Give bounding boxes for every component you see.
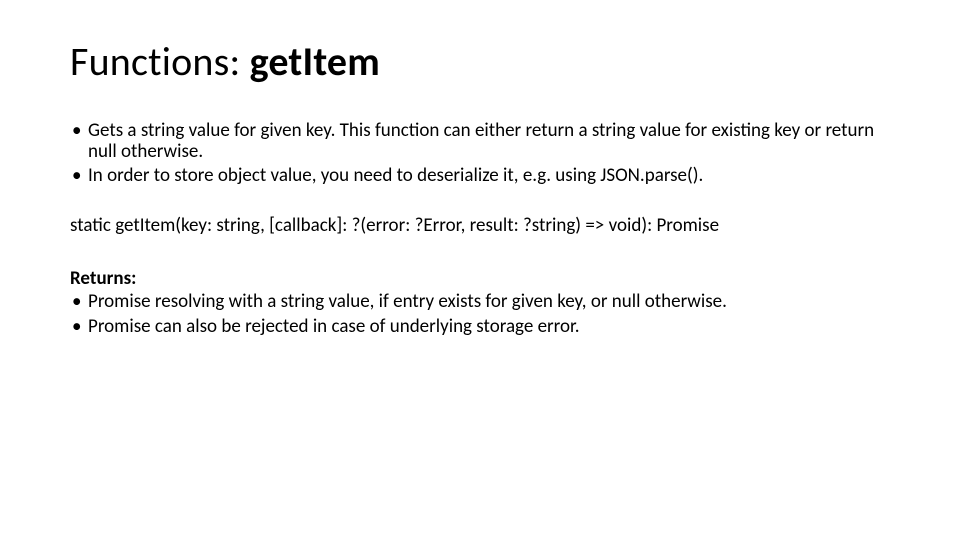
title-function-name: getItem <box>250 37 380 86</box>
slide-title: Functions: getItem <box>70 40 890 84</box>
description-list: Gets a string value for given key. This … <box>70 120 890 186</box>
returns-block: Returns: Promise resolving with a string… <box>70 268 890 338</box>
returns-item: Promise can also be rejected in case of … <box>70 316 890 339</box>
returns-label: Returns: <box>70 267 136 290</box>
description-item: In order to store object value, you need… <box>70 165 890 186</box>
slide: Functions: getItem Gets a string value f… <box>0 0 960 540</box>
returns-item: Promise resolving with a string value, i… <box>70 291 890 314</box>
function-signature: static getItem(key: string, [callback]: … <box>70 214 890 239</box>
title-prefix: Functions: <box>70 37 250 86</box>
returns-list: Promise resolving with a string value, i… <box>70 291 890 339</box>
description-item: Gets a string value for given key. This … <box>70 120 890 163</box>
